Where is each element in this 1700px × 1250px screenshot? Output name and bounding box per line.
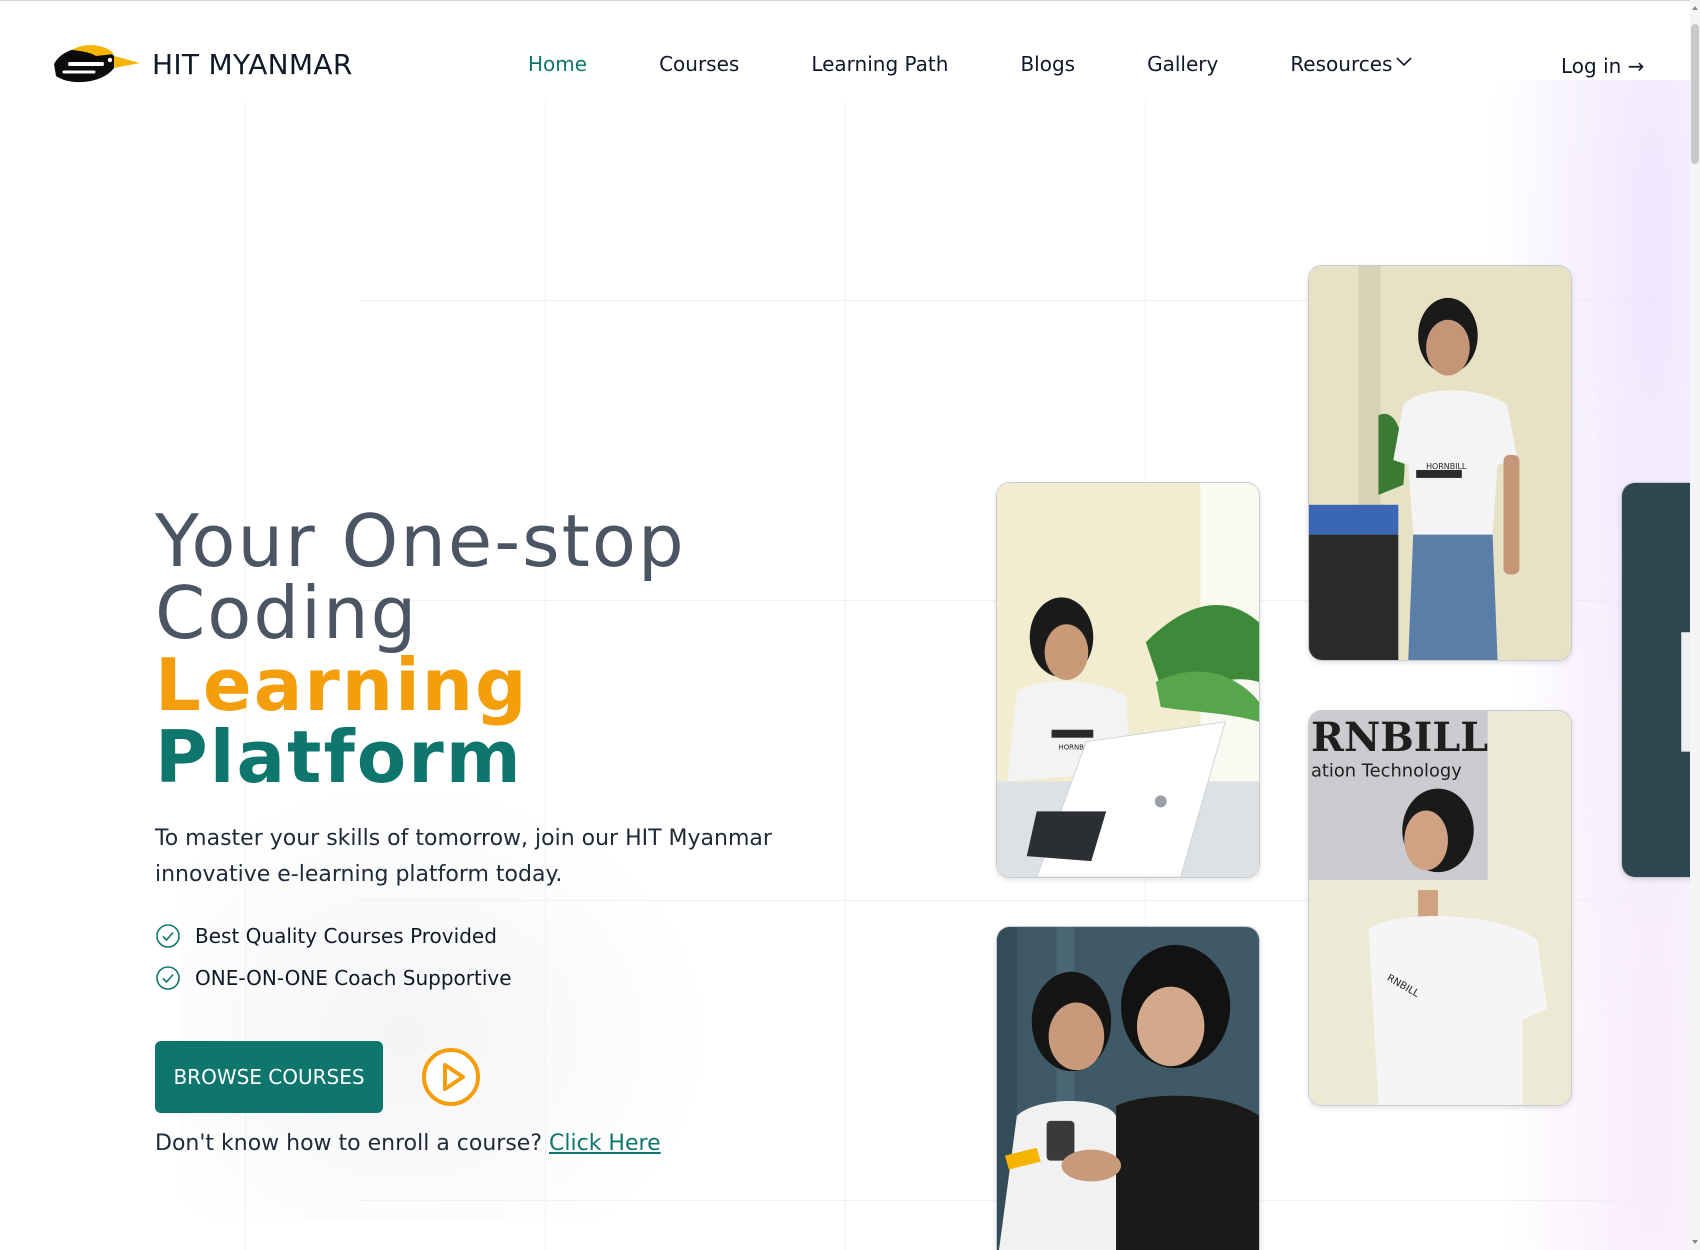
main-nav: Home Courses Learning Path Blogs Gallery… bbox=[528, 52, 1413, 76]
browse-courses-button[interactable]: BROWSE COURSES bbox=[155, 1041, 383, 1113]
enroll-help-text: Don't know how to enroll a course? Click… bbox=[155, 1131, 795, 1156]
scroll-down-arrow-icon[interactable] bbox=[1691, 1238, 1699, 1246]
hero-description: To master your skills of tomorrow, join … bbox=[155, 826, 772, 887]
nav-gallery[interactable]: Gallery bbox=[1147, 52, 1218, 76]
nav-learning-path[interactable]: Learning Path bbox=[811, 52, 948, 76]
enroll-question: Don't know how to enroll a course? bbox=[155, 1131, 550, 1156]
feature-item: ONE-ON-ONE Coach Supportive bbox=[155, 957, 795, 999]
nav-resources[interactable]: Resources bbox=[1290, 52, 1413, 76]
nav-home[interactable]: Home bbox=[528, 52, 587, 76]
photo-sign-subtext: ation Technology bbox=[1311, 761, 1462, 782]
hornbill-logo-icon bbox=[54, 45, 140, 83]
chevron-down-icon bbox=[1396, 57, 1413, 67]
photo-students-phone bbox=[996, 926, 1260, 1250]
photo-student-profile: RNBILL ation Technology RNBILL bbox=[1308, 710, 1572, 1106]
check-circle-icon bbox=[156, 924, 180, 948]
page-scrollbar[interactable] bbox=[1690, 0, 1700, 1250]
site-header: HIT MYANMAR Home Courses Learning Path B… bbox=[0, 0, 1700, 136]
nav-courses[interactable]: Courses bbox=[659, 52, 739, 76]
photo-student-standing: HORNBILL bbox=[1308, 265, 1572, 661]
play-circle-icon[interactable] bbox=[421, 1047, 481, 1107]
photo-student-laptop: HORNBILL bbox=[996, 482, 1260, 878]
check-circle-icon bbox=[156, 966, 180, 990]
feature-list: Best Quality Courses Provided ONE-ON-ONE… bbox=[155, 915, 795, 999]
feature-item: Best Quality Courses Provided bbox=[155, 915, 795, 957]
photo-sign-text: RNBILL bbox=[1311, 715, 1488, 761]
feature-label: Best Quality Courses Provided bbox=[195, 924, 497, 948]
hero-title-highlight-teal: Platform bbox=[155, 715, 523, 799]
hero-section: Your One-stop Coding Learning Platform T… bbox=[155, 505, 795, 1156]
photo-shirt-text: HORNBILL bbox=[1426, 462, 1467, 471]
feature-label: ONE-ON-ONE Coach Supportive bbox=[195, 966, 512, 990]
hero-title: Your One-stop Coding Learning Platform bbox=[155, 505, 795, 793]
brand-logo-link[interactable]: HIT MYANMAR bbox=[50, 40, 353, 86]
hero-actions: BROWSE COURSES bbox=[155, 1041, 795, 1113]
brand-name: HIT MYANMAR bbox=[152, 47, 353, 81]
nav-resources-label: Resources bbox=[1290, 52, 1393, 76]
login-link[interactable]: Log in → bbox=[1561, 54, 1644, 78]
enroll-click-here-link[interactable]: Click Here bbox=[549, 1131, 661, 1156]
scroll-up-arrow-icon[interactable] bbox=[1691, 4, 1699, 12]
scrollbar-thumb[interactable] bbox=[1691, 24, 1699, 164]
photo-partial-right bbox=[1621, 482, 1700, 878]
nav-blogs[interactable]: Blogs bbox=[1020, 52, 1075, 76]
